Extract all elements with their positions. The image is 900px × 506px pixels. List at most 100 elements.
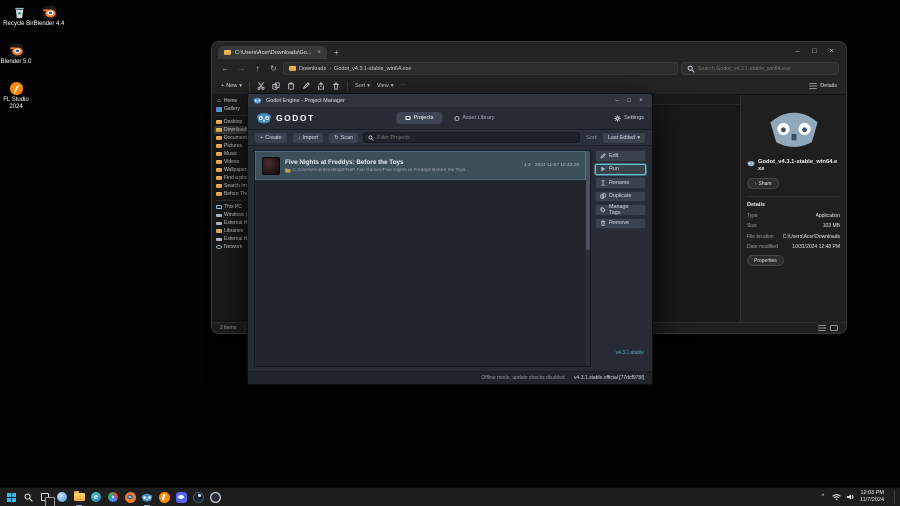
close-button[interactable]: × <box>823 45 840 58</box>
settings-button[interactable]: Settings <box>614 114 644 122</box>
share-icon[interactable] <box>317 82 325 90</box>
obs-button[interactable] <box>208 490 222 504</box>
properties-button[interactable]: Properties <box>747 255 784 267</box>
filter-projects-box[interactable] <box>363 132 581 143</box>
minimize-button[interactable]: – <box>611 98 623 104</box>
create-project-button[interactable]: + Create <box>254 131 288 144</box>
sidebar-item-home[interactable]: Home <box>214 97 248 105</box>
sidebar-item-downloads[interactable]: Downloads <box>214 126 248 134</box>
sidebar-item-find-a-photo[interactable]: Find a pho... <box>214 174 248 182</box>
manage-tags-button[interactable]: Manage Tags <box>595 204 646 216</box>
volume-icon[interactable] <box>846 493 855 501</box>
paste-icon[interactable] <box>287 82 295 90</box>
scrollbar-thumb[interactable] <box>586 151 590 250</box>
run-button[interactable]: Run <box>595 163 646 175</box>
tab-close-icon[interactable]: × <box>315 50 321 56</box>
back-button[interactable]: ← <box>219 64 232 73</box>
sidebar-item-pictures[interactable]: Pictures <box>214 142 248 150</box>
discord-button[interactable] <box>174 490 188 504</box>
edge-icon <box>91 492 101 502</box>
task-view-button[interactable] <box>38 490 55 506</box>
desktop-icon-fl-studio[interactable]: FL Studio 2024 <box>0 80 32 111</box>
godot-logo-text: GODOT <box>276 113 315 123</box>
project-list-item-selected[interactable]: Five Nights at Freddys: Before the Toys … <box>255 151 586 180</box>
view-button[interactable]: View ▾ <box>377 83 394 89</box>
sidebar-item-windows-c[interactable]: Windows (C:) <box>214 211 248 219</box>
widgets-button[interactable] <box>55 490 69 504</box>
breadcrumb-item[interactable]: Godot_v4.3.1-stable_win64.exe <box>334 66 411 72</box>
sidebar-item-before-the[interactable]: Before The... <box>214 190 248 198</box>
search-input[interactable] <box>698 65 833 72</box>
sidebar-item-external-hdd-1[interactable]: External H... <box>214 219 248 227</box>
cut-icon[interactable] <box>257 82 265 90</box>
sidebar-item-documents[interactable]: Documents <box>214 134 248 142</box>
sidebar-item-desktop[interactable]: Desktop <box>214 118 248 126</box>
start-button[interactable] <box>4 490 18 504</box>
fl-studio-button[interactable] <box>157 490 171 504</box>
details-toggle-button[interactable]: Details <box>820 83 837 89</box>
engine-version-label[interactable]: v4.3.1.stable.official [77dcf978f] <box>574 375 644 381</box>
edge-button[interactable] <box>89 490 103 504</box>
chrome-button[interactable] <box>106 490 120 504</box>
sort-button[interactable]: Sort ▾ <box>355 83 370 89</box>
desktop-icon-blender-50[interactable]: Blender 5.0 <box>0 42 32 66</box>
address-bar[interactable]: Downloads › Godot_v4.3.1-stable_win64.ex… <box>283 62 678 75</box>
up-button[interactable]: ↑ <box>251 64 264 73</box>
tray-expand-button[interactable]: ^ <box>819 494 827 500</box>
refresh-button[interactable]: ↻ <box>267 64 280 73</box>
delete-icon[interactable] <box>332 82 340 90</box>
sidebar-item-music[interactable]: Music <box>214 150 248 158</box>
share-button[interactable]: ↑ Share <box>747 178 779 190</box>
sidebar-item-this-pc[interactable]: This PC <box>214 203 248 211</box>
duplicate-button[interactable]: Duplicate <box>595 190 646 202</box>
maximize-button[interactable]: □ <box>806 45 823 58</box>
details-view-icon[interactable] <box>818 325 826 331</box>
maximize-button[interactable]: □ <box>623 98 635 104</box>
wifi-icon[interactable] <box>832 493 841 501</box>
sidebar-item-wallpapers[interactable]: Wallpapers <box>214 166 248 174</box>
desktop-icon-recycle-bin[interactable]: Recycle Bin <box>3 4 35 28</box>
copy-icon[interactable] <box>272 82 280 90</box>
chevron-down-icon: ▾ <box>390 83 394 89</box>
file-explorer-button[interactable] <box>72 490 86 506</box>
remove-button[interactable]: Remove <box>595 217 646 229</box>
sidebar-item-gallery[interactable]: Gallery <box>214 105 248 113</box>
edit-button[interactable]: Edit <box>595 150 646 162</box>
import-project-button[interactable]: ↓ Import <box>291 131 325 144</box>
scan-projects-button[interactable]: ↻ Scan <box>328 131 360 144</box>
steam-button[interactable] <box>191 490 205 504</box>
search-box[interactable] <box>681 62 839 75</box>
close-button[interactable]: × <box>635 98 647 104</box>
rename-button[interactable]: Rename <box>595 177 646 189</box>
breadcrumb-location[interactable]: Downloads <box>299 66 326 72</box>
sidebar-item-search-images[interactable]: Search Im... <box>214 182 248 190</box>
tab-asset-library[interactable]: Asset Library <box>445 112 503 124</box>
new-tab-button[interactable]: + <box>334 48 339 59</box>
godot-button[interactable] <box>140 490 154 506</box>
large-icons-view-icon[interactable] <box>830 325 838 331</box>
project-list-scrollbar[interactable] <box>586 151 590 366</box>
sidebar-item-external-hdd-2[interactable]: External Ha... <box>214 235 248 243</box>
explorer-tab-bar[interactable]: C:\Users\Acer\Downloads\Go... × + – □ × <box>212 42 846 59</box>
project-list[interactable]: Five Nights at Freddys: Before the Toys … <box>254 150 591 367</box>
forward-button[interactable]: → <box>235 64 248 73</box>
sidebar-item-libraries[interactable]: Libraries <box>214 227 248 235</box>
sidebar-item-videos[interactable]: Videos <box>214 158 248 166</box>
sidebar-item-network[interactable]: Network <box>214 243 248 251</box>
more-options-button[interactable]: ⋯ <box>400 83 406 89</box>
explorer-tab[interactable]: C:\Users\Acer\Downloads\Go... × <box>218 46 327 59</box>
blender-button[interactable] <box>123 490 137 504</box>
sort-dropdown[interactable]: Last Edited ▾ <box>601 131 646 144</box>
version-link[interactable]: v4.3.1.stable <box>616 350 644 356</box>
tab-projects[interactable]: Projects <box>396 112 443 124</box>
show-desktop-button[interactable] <box>894 490 896 504</box>
godot-toolbar: + Create ↓ Import ↻ Scan Sort: Last Edit… <box>248 130 652 146</box>
godot-title-bar[interactable]: Godot Engine - Project Manager – □ × <box>248 94 652 107</box>
rename-icon[interactable] <box>302 82 310 90</box>
minimize-button[interactable]: – <box>789 45 806 58</box>
search-button[interactable] <box>21 490 35 504</box>
desktop-icon-blender-44[interactable]: Blender 4.4 <box>33 4 65 28</box>
clock[interactable]: 12:03 PM 11/7/2024 <box>860 490 887 505</box>
filter-projects-input[interactable] <box>377 134 576 141</box>
new-button[interactable]: + New ▾ <box>221 83 242 89</box>
